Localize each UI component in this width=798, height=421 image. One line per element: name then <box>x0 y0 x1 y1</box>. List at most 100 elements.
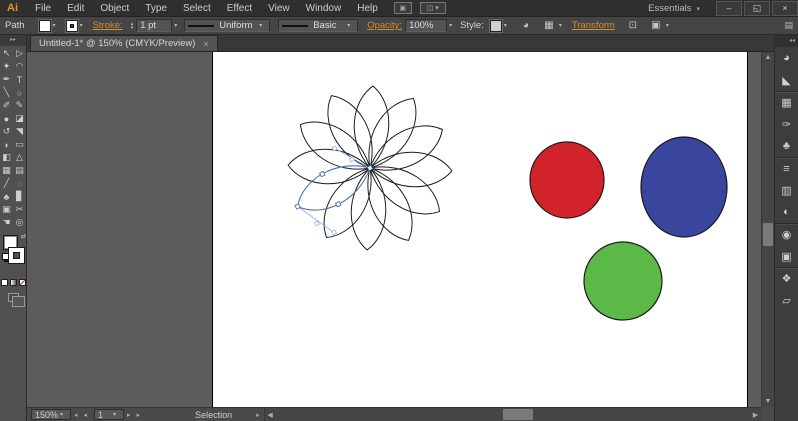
minimize-button[interactable]: – <box>716 1 742 16</box>
menu-window[interactable]: Window <box>298 3 350 14</box>
zoom-tool-icon[interactable]: ◎ <box>13 216 26 229</box>
menu-select[interactable]: Select <box>175 3 219 14</box>
stroke-weight-field[interactable]: 1 pt <box>136 19 172 32</box>
control-panel-menu-icon[interactable]: ▤ <box>784 20 793 31</box>
next-artboard-icon[interactable]: ▸ <box>124 411 134 419</box>
lasso-tool-icon[interactable]: ◠ <box>13 60 26 73</box>
workspace-switcher[interactable]: Essentials▾ <box>648 3 700 14</box>
scale-tool-icon[interactable]: ◥ <box>13 125 26 138</box>
symbol-sprayer-tool-icon[interactable]: ♣ <box>0 190 13 203</box>
color-button[interactable] <box>1 279 8 286</box>
scroll-down-icon[interactable]: ▼ <box>765 396 772 407</box>
horizontal-scroll-thumb[interactable] <box>503 409 533 420</box>
rotate-tool-icon[interactable]: ↺ <box>0 125 13 138</box>
free-transform-tool-icon[interactable]: ▭ <box>13 138 26 151</box>
panel-color-guide-icon[interactable]: ◣ <box>775 69 798 91</box>
chevron-down-icon[interactable]: ▾ <box>174 22 177 29</box>
graphic-style-swatch[interactable] <box>490 20 502 32</box>
default-fill-stroke-icon[interactable] <box>2 253 9 260</box>
gradient-button[interactable] <box>10 279 17 286</box>
pencil-tool-icon[interactable]: ✎ <box>13 99 26 112</box>
document-tab[interactable]: Untitled-1* @ 150% (CMYK/Preview) × <box>30 35 218 51</box>
type-tool-icon[interactable]: T <box>13 73 26 86</box>
previous-artboard-icon[interactable]: ◂ <box>81 411 91 419</box>
stroke-color-swatch[interactable] <box>66 20 78 32</box>
chevron-down-icon[interactable]: ▾ <box>666 22 669 29</box>
restore-button[interactable]: ◱ <box>744 1 770 16</box>
isolate-selected-object-icon[interactable]: ⊡ <box>625 19 641 33</box>
blue-ellipse[interactable] <box>641 137 727 237</box>
arrange-documents-icon[interactable]: ◫ ▾ <box>420 2 446 14</box>
chevron-down-icon[interactable]: ▾ <box>53 22 56 29</box>
select-similar-objects-icon[interactable]: ▣ <box>648 19 664 33</box>
close-button[interactable]: × <box>772 1 798 16</box>
last-artboard-icon[interactable]: ▸ <box>134 411 144 419</box>
panel-layers-icon[interactable]: ❖ <box>775 267 798 289</box>
panel-graphic-styles-icon[interactable]: ▣ <box>775 245 798 267</box>
status-expand-icon[interactable]: ▸ <box>256 411 260 419</box>
tools-panel-collapse-icon[interactable]: ▸▸ <box>0 35 26 46</box>
perspective-grid-tool-icon[interactable]: △ <box>13 151 26 164</box>
panel-gradient-icon[interactable]: ▥ <box>775 179 798 201</box>
chevron-down-icon[interactable]: ▾ <box>449 22 452 29</box>
stroke-swatch[interactable] <box>9 248 24 263</box>
bridge-icon[interactable]: ▣ <box>394 2 412 14</box>
stroke-weight-stepper[interactable]: ▴▾ <box>131 22 134 30</box>
artboard-tool-icon[interactable]: ▣ <box>0 203 13 216</box>
scroll-up-icon[interactable]: ▲ <box>765 52 772 63</box>
green-circle[interactable] <box>584 242 662 320</box>
vertical-scrollbar[interactable]: ▲ ▼ <box>761 52 774 407</box>
panel-color-icon[interactable]: ◕ <box>775 47 798 69</box>
gradient-tool-icon[interactable]: ▤ <box>13 164 26 177</box>
tab-close-icon[interactable]: × <box>203 39 208 49</box>
menu-help[interactable]: Help <box>349 3 386 14</box>
ellipse-tool-icon[interactable]: ○ <box>13 86 26 99</box>
panel-transparency-icon[interactable]: ◐ <box>775 201 798 223</box>
panel-symbols-icon[interactable]: ♣ <box>775 135 798 157</box>
mesh-tool-icon[interactable]: ▦ <box>0 164 13 177</box>
scroll-right-icon[interactable]: ▶ <box>750 411 761 419</box>
horizontal-scrollbar[interactable]: ◀ ▶ <box>264 408 761 421</box>
paintbrush-tool-icon[interactable]: ✐ <box>0 99 13 112</box>
panel-swatches-icon[interactable]: ▦ <box>775 91 798 113</box>
blob-brush-tool-icon[interactable]: ● <box>0 112 13 125</box>
shape-builder-tool-icon[interactable]: ◧ <box>0 151 13 164</box>
artboard[interactable] <box>212 52 748 421</box>
magic-wand-tool-icon[interactable]: ✦ <box>0 60 13 73</box>
opacity-panel-link[interactable]: Opacity: <box>367 20 402 31</box>
opacity-field[interactable]: 100% <box>405 19 447 32</box>
swap-fill-stroke-icon[interactable]: ⇄ <box>21 233 26 240</box>
line-tool-icon[interactable]: ╲ <box>0 86 13 99</box>
chevron-down-icon[interactable]: ▾ <box>80 22 83 29</box>
eraser-tool-icon[interactable]: ◪ <box>13 112 26 125</box>
panel-artboards-icon[interactable]: ▱ <box>775 289 798 311</box>
artboard-number-field[interactable]: 1▾ <box>94 409 124 420</box>
menu-view[interactable]: View <box>260 3 298 14</box>
selection-tool-icon[interactable]: ↖ <box>0 47 13 60</box>
menu-effect[interactable]: Effect <box>219 3 260 14</box>
first-artboard-icon[interactable]: ◂ <box>71 411 81 419</box>
column-graph-tool-icon[interactable]: ▊ <box>13 190 26 203</box>
zoom-level-field[interactable]: 150%▾ <box>31 409 71 420</box>
pen-tool-icon[interactable]: ✒ <box>0 73 13 86</box>
blend-tool-icon[interactable]: ◌ <box>13 177 26 190</box>
scroll-left-icon[interactable]: ◀ <box>265 411 276 419</box>
vertical-scroll-thumb[interactable] <box>763 223 773 246</box>
align-icon[interactable]: ▦ <box>541 19 557 33</box>
panel-brushes-icon[interactable]: ✑ <box>775 113 798 135</box>
red-circle[interactable] <box>530 142 604 218</box>
drawing-mode-icon[interactable] <box>8 293 19 302</box>
menu-type[interactable]: Type <box>137 3 175 14</box>
panel-appearance-icon[interactable]: ◉ <box>775 223 798 245</box>
transform-panel-link[interactable]: Transform <box>572 20 615 31</box>
menu-file[interactable]: File <box>27 3 59 14</box>
recolor-artwork-icon[interactable]: ◕ <box>518 19 534 33</box>
width-tool-icon[interactable]: ◗ <box>0 138 13 151</box>
hand-tool-icon[interactable]: ☚ <box>0 216 13 229</box>
eyedropper-tool-icon[interactable]: ╱ <box>0 177 13 190</box>
stroke-panel-link[interactable]: Stroke: <box>93 20 123 31</box>
panel-stroke-icon[interactable]: ≡ <box>775 157 798 179</box>
menu-object[interactable]: Object <box>92 3 137 14</box>
chevron-down-icon[interactable]: ▾ <box>559 22 562 29</box>
fill-color-swatch[interactable] <box>39 20 51 32</box>
